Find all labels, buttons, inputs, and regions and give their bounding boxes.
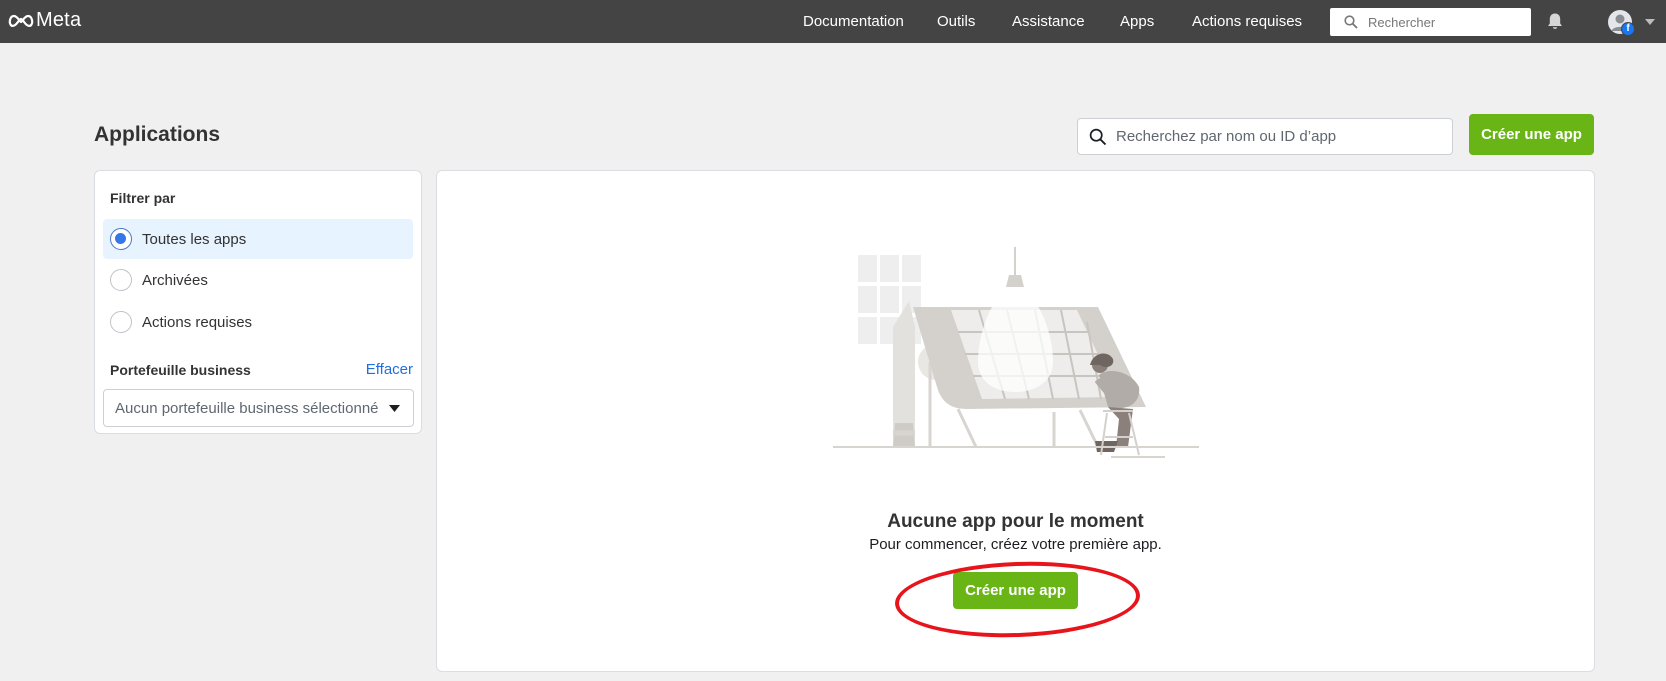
top-navigation-bar: Meta Documentation Outils Assistance App…	[0, 0, 1666, 43]
facebook-badge-icon: f	[1621, 22, 1635, 36]
business-portfolio-title: Portefeuille business	[110, 362, 251, 378]
caret-down-icon	[389, 405, 400, 412]
clear-link[interactable]: Effacer	[366, 361, 413, 378]
nav-outils[interactable]: Outils	[937, 13, 975, 30]
filter-option-archived[interactable]: Archivées	[103, 260, 413, 300]
nav-assistance[interactable]: Assistance	[1012, 13, 1085, 30]
filter-option-label: Actions requises	[142, 313, 253, 331]
create-first-app-button[interactable]: Créer une app	[953, 572, 1078, 609]
search-icon	[1089, 128, 1107, 145]
filter-option-label: Toutes les apps	[142, 230, 247, 248]
empty-state-title: Aucune app pour le moment	[887, 511, 1144, 532]
dropdown-value: Aucun portefeuille business sélectionné	[115, 399, 379, 417]
meta-brand-text: Meta	[36, 9, 82, 31]
apps-main-panel: Aucune app pour le moment Pour commencer…	[436, 170, 1595, 672]
app-search-box[interactable]	[1077, 118, 1453, 155]
chevron-down-icon[interactable]	[1645, 19, 1655, 25]
empty-state-illustration	[833, 247, 1199, 458]
radio-button-checked[interactable]	[110, 228, 132, 250]
business-portfolio-dropdown[interactable]: Aucun portefeuille business sélectionné	[103, 389, 414, 427]
filter-option-actions-required[interactable]: Actions requises	[103, 302, 413, 342]
filter-title: Filtrer par	[110, 190, 176, 206]
top-search-box[interactable]	[1330, 8, 1531, 36]
radio-button[interactable]	[110, 269, 132, 291]
filter-panel: Filtrer par Toutes les apps Archivées Ac…	[94, 170, 422, 434]
meta-logo[interactable]: Meta	[8, 9, 81, 32]
empty-state-subtitle: Pour commencer, créez votre première app…	[869, 536, 1162, 553]
nav-documentation[interactable]: Documentation	[803, 13, 904, 30]
top-search-input[interactable]	[1368, 14, 1518, 30]
create-app-button[interactable]: Créer une app	[1469, 114, 1594, 155]
app-search-input[interactable]	[1116, 128, 1436, 145]
filter-option-label: Archivées	[142, 271, 208, 289]
nav-actions-requises[interactable]: Actions requises	[1192, 13, 1302, 30]
meta-infinity-icon	[8, 14, 34, 27]
filter-option-all-apps[interactable]: Toutes les apps	[103, 219, 413, 259]
bell-icon[interactable]	[1546, 12, 1564, 31]
search-icon	[1344, 15, 1358, 29]
page-title: Applications	[94, 123, 221, 146]
nav-apps[interactable]: Apps	[1120, 13, 1154, 30]
radio-button[interactable]	[110, 311, 132, 333]
